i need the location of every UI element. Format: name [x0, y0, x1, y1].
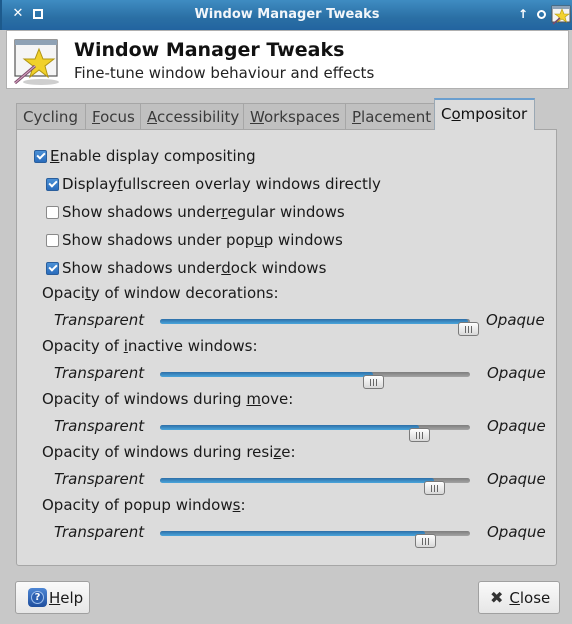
checkbox-icon[interactable] [46, 233, 59, 247]
slider-fill [160, 425, 420, 430]
move-opacity-label: Opacity of windows during move: [42, 390, 294, 408]
checkbox-label: ullscreen overlay windows directly [122, 175, 381, 193]
close-button[interactable]: ✖ Close [478, 581, 560, 614]
header-title: Window Manager Tweaks [74, 39, 345, 61]
window-titlebar[interactable]: ✕ Window Manager Tweaks ↑ [0, 0, 572, 30]
close-icon: ✖ [490, 588, 504, 607]
button-label: lose [519, 588, 551, 607]
tab-label: C [441, 105, 452, 123]
slider-min-label: Transparent [54, 523, 145, 541]
slider-min-label: Transparent [54, 470, 145, 488]
slider-max-label: Opaque [487, 470, 546, 488]
popup-opacity-slider-row: Transparent Opaque [17, 523, 558, 548]
checkbox-label: nable display compositing [59, 147, 256, 165]
checkbox-mnemonic: E [50, 147, 60, 165]
tab-workspaces[interactable]: Workspaces [243, 103, 346, 130]
inactive-opacity-slider[interactable] [160, 372, 470, 389]
app-menu-icon[interactable] [551, 5, 571, 25]
decorations-opacity-label: Opacity of window decorations: [42, 284, 279, 302]
fullscreen-overlay-checkbox[interactable]: Display f ullscreen overlay windows direc… [46, 174, 381, 194]
button-label: elp [60, 588, 84, 607]
popup-opacity-slider[interactable] [160, 531, 470, 548]
decorations-opacity-slider[interactable] [160, 319, 479, 336]
window-shade-button[interactable]: ↑ [516, 7, 530, 21]
slider-max-label: Opaque [487, 523, 546, 541]
checkbox-icon[interactable] [46, 205, 59, 219]
tab-placement[interactable]: Placement [345, 103, 435, 130]
resize-opacity-slider-row: Transparent Opaque [17, 470, 558, 495]
popup-opacity-label: Opacity of popup windows: [42, 496, 246, 514]
tab-label: lacement [361, 108, 432, 126]
slider-thumb[interactable] [423, 481, 445, 495]
slider-thumb[interactable] [363, 375, 384, 389]
checkbox-label: Display [62, 175, 118, 193]
slider-fill [160, 319, 468, 324]
checkbox-label: egular windows [227, 203, 345, 221]
arrow-up-icon: ↑ [517, 7, 529, 21]
wm-tweaks-star-icon [14, 39, 59, 85]
slider-min-label: Transparent [54, 311, 145, 329]
checkbox-mnemonic: u [254, 231, 264, 249]
checkbox-label: Show shadows under [62, 203, 222, 221]
move-opacity-slider-row: Transparent Opaque [17, 417, 558, 442]
checkbox-label: Show shadows under [62, 259, 222, 277]
checkbox-icon[interactable] [46, 177, 59, 191]
tab-label: mpositor [460, 105, 528, 123]
dialog-header: Window Manager Tweaks Fine-tune window b… [6, 30, 569, 89]
tab-mnemonic: W [250, 108, 264, 126]
inactive-opacity-slider-row: Transparent Opaque [17, 364, 558, 389]
tab-label: Cycling [23, 108, 78, 126]
checkbox-label: Show shadows under pop [62, 231, 255, 249]
resize-opacity-label: Opacity of windows during resize: [42, 443, 296, 461]
help-button[interactable]: ? Help [15, 581, 90, 614]
tab-mnemonic: F [92, 108, 101, 126]
header-subtitle: Fine-tune window behaviour and effects [74, 64, 375, 82]
inactive-opacity-label: Opacity of inactive windows: [42, 337, 258, 355]
slider-max-label: Opaque [486, 311, 545, 329]
window-title: Window Manager Tweaks [194, 7, 380, 22]
checkbox-mnemonic: d [221, 259, 231, 277]
popup-shadows-checkbox[interactable]: Show shadows under pop u p windows [46, 230, 343, 250]
slider-min-label: Transparent [54, 364, 145, 382]
tab-focus[interactable]: Focus [85, 103, 141, 130]
checkbox-label: ock windows [230, 259, 327, 277]
tab-mnemonic: A [147, 108, 157, 126]
slider-thumb[interactable] [415, 534, 437, 548]
move-opacity-slider[interactable] [160, 425, 470, 442]
dock-shadows-checkbox[interactable]: Show shadows under d ock windows [46, 258, 326, 278]
slider-fill [160, 372, 373, 377]
decorations-opacity-slider-row: Transparent Opaque [17, 311, 558, 336]
help-icon: ? [28, 588, 47, 607]
tab-label: ccessibility [157, 108, 240, 126]
tab-accessibility[interactable]: Accessibility [140, 103, 244, 130]
slider-thumb[interactable] [458, 322, 479, 336]
slider-max-label: Opaque [487, 417, 546, 435]
enable-compositing-checkbox[interactable]: Enable display compositing [34, 146, 256, 166]
compositor-panel: Enable display compositing Display f ulls… [16, 129, 557, 566]
regular-shadows-checkbox[interactable]: Show shadows under r egular windows [46, 202, 345, 222]
window-stick-button[interactable] [534, 7, 548, 21]
button-mnemonic: H [49, 588, 61, 607]
slider-fill [160, 531, 426, 536]
checkbox-label: p windows [263, 231, 343, 249]
circle-icon [536, 10, 546, 19]
tab-label: orkspaces [263, 108, 340, 126]
checkbox-icon[interactable] [46, 261, 59, 275]
resize-opacity-slider[interactable] [160, 478, 470, 495]
slider-thumb[interactable] [409, 428, 431, 442]
tab-mnemonic: o [451, 105, 461, 123]
slider-max-label: Opaque [487, 364, 546, 382]
slider-fill [160, 478, 434, 483]
tab-label: ocus [100, 108, 135, 126]
tab-cycling[interactable]: Cycling [16, 103, 86, 130]
checkbox-icon[interactable] [34, 149, 47, 163]
tab-mnemonic: P [352, 108, 362, 126]
slider-min-label: Transparent [54, 417, 145, 435]
tab-compositor[interactable]: Compositor [434, 98, 535, 130]
button-mnemonic: C [509, 588, 520, 607]
